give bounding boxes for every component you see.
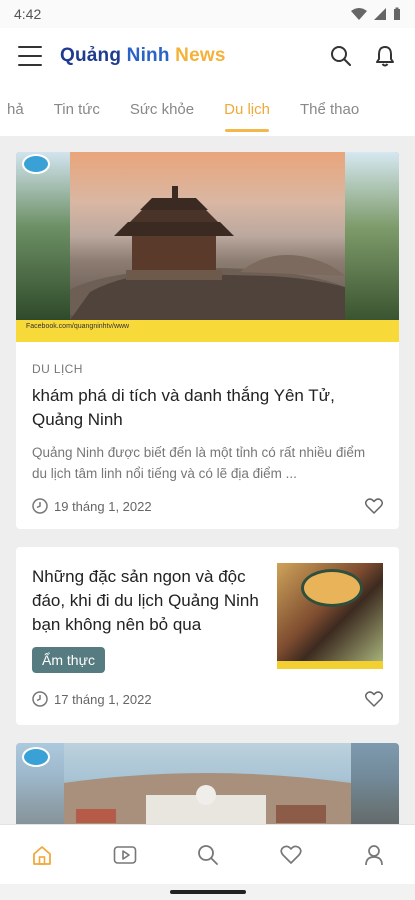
status-time: 4:42 [14,6,42,22]
article-tag[interactable]: Ẩm thực [32,647,105,673]
clock-icon [32,498,48,514]
article-date: 19 tháng 1, 2022 [54,498,152,514]
system-nav-bar [0,884,415,900]
tab-tin-tuc[interactable]: Tin tức [39,84,115,136]
article-summary: Quảng Ninh được biết đến là một tỉnh có … [32,445,366,481]
article-date: 17 tháng 1, 2022 [54,691,152,707]
article-thumbnail [277,563,383,669]
heart-icon[interactable] [365,691,383,707]
search-icon [197,844,218,865]
article-card[interactable]: Những đặc sản ngon và độc đáo, khi đi du… [16,547,399,725]
tab-partial[interactable]: hả [0,84,39,136]
wifi-icon [351,8,367,20]
article-image: Facebook.com/quangninhtv/www [16,152,399,342]
clock-icon [32,691,48,707]
source-logo [22,154,50,174]
profile-icon [364,844,383,865]
pagoda-illustration [60,186,360,336]
tab-du-lich[interactable]: Du lịch [209,84,285,136]
article-card[interactable]: Facebook.com/quangninhtv/www DU LỊCH khá… [16,152,399,529]
tab-suc-khoe[interactable]: Sức khỏe [115,84,209,136]
notification-button[interactable] [373,44,397,68]
status-bar: 4:42 [0,0,415,28]
nav-profile[interactable] [356,837,392,873]
video-icon [113,845,136,864]
article-title[interactable]: Những đặc sản ngon và độc đáo, khi đi du… [32,565,265,637]
nav-favorites[interactable] [273,837,309,873]
status-icons [351,7,401,21]
bell-icon [376,46,394,67]
nav-home[interactable] [24,837,60,873]
heart-icon [279,844,302,864]
battery-icon [394,7,400,20]
search-button[interactable] [329,44,353,68]
article-title[interactable]: khám phá di tích và danh thắng Yên Tử, Q… [32,384,383,432]
category-tabs: hả Tin tức Sức khỏe Du lịch Thể thao [0,84,415,136]
tab-the-thao[interactable]: Thể thao [285,84,374,136]
nav-search[interactable] [190,837,226,873]
app-bar: Quảng Ninh News [0,28,415,84]
image-caption: Facebook.com/quangninhtv/www [16,320,399,342]
app-title: Quảng Ninh News [60,45,226,66]
search-icon [331,46,351,66]
home-icon [32,845,51,865]
heart-icon[interactable] [365,498,383,514]
article-image [16,743,399,824]
signal-icon [374,8,386,20]
article-card[interactable] [16,743,399,824]
menu-icon[interactable] [18,46,42,66]
bottom-nav [0,824,415,884]
article-category: DU LỊCH [32,362,83,376]
home-gesture-handle[interactable] [170,890,246,894]
nav-video[interactable] [107,837,143,873]
news-feed: Facebook.com/quangninhtv/www DU LỊCH khá… [0,136,415,824]
city-illustration [64,773,351,824]
